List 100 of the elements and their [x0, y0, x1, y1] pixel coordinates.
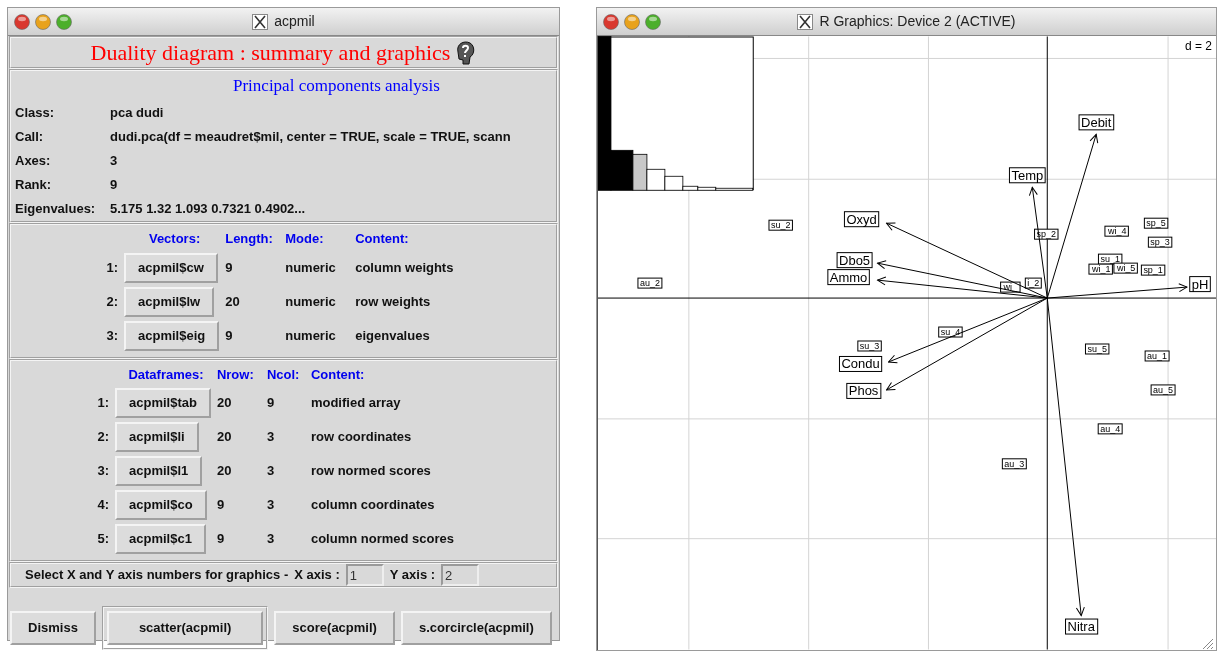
table-cell-text: numeric — [285, 258, 337, 277]
sample-label: au_4 — [1097, 423, 1123, 435]
minimize-button[interactable] — [624, 14, 640, 30]
close-button[interactable] — [14, 14, 30, 30]
help-icon[interactable] — [454, 39, 477, 66]
variable-label: Nitra — [1065, 618, 1099, 635]
axis-label: X axis : — [294, 566, 340, 585]
field-label: Call: — [15, 128, 45, 147]
object-button[interactable]: acpmil$co — [115, 490, 207, 520]
table-cell-text: column coordinates — [310, 496, 436, 515]
object-button[interactable]: acpmil$lw — [124, 286, 215, 317]
minimize-button[interactable] — [35, 14, 51, 30]
variable-label: Phos — [846, 382, 882, 399]
table-cell-text: numeric — [285, 292, 337, 311]
variable-label: Debit — [1078, 114, 1115, 131]
field-value: 3 — [110, 152, 119, 171]
table-cell-text: row weights — [355, 292, 432, 311]
field-value: 5.175 1.32 1.093 0.7321 0.4902... — [110, 200, 307, 219]
object-button[interactable]: acpmil$l1 — [115, 456, 203, 486]
sample-label: sp_3 — [1147, 236, 1173, 248]
zoom-button[interactable] — [56, 14, 72, 30]
analysis-subtitle: Principal components analysis — [232, 75, 441, 97]
table-cell-text: column weights — [355, 258, 455, 277]
table-cell-text: 3 — [266, 496, 276, 515]
window-title: R Graphics: Device 2 (ACTIVE) — [819, 12, 1016, 31]
table-cell-text: column normed scores — [310, 530, 455, 549]
action-button[interactable]: s.corcircle(acpmil) — [400, 611, 552, 645]
sample-label: su_5 — [1084, 343, 1110, 355]
y-axis-field[interactable]: 2 — [441, 564, 480, 586]
axis-prompt: Select X and Y axis numbers for graphics - — [25, 566, 289, 585]
table-cell-text: row normed scores — [310, 462, 432, 481]
sample-label: au_3 — [1001, 458, 1027, 470]
table-cell-text: 9 — [225, 326, 234, 345]
table-cell-text: 20 — [216, 394, 233, 413]
x-axis-field[interactable]: 1 — [345, 564, 384, 586]
row-index: 5: — [96, 530, 110, 549]
row-index: 3: — [105, 326, 119, 345]
dialog-heading: Duality diagram : summary and graphics — [90, 39, 451, 67]
sample-label: wi_1 — [1088, 263, 1113, 275]
object-button[interactable]: acpmil$c1 — [115, 524, 206, 554]
row-index: 1: — [96, 394, 110, 413]
x11-icon — [797, 13, 814, 30]
resize-grip-icon[interactable] — [1200, 636, 1214, 650]
sample-label: i_2 — [1024, 277, 1042, 289]
column-header: Nrow: — [216, 365, 255, 384]
axis-label: Y axis : — [389, 566, 436, 585]
variable-label: Dbo5 — [836, 252, 873, 269]
table-cell-text: eigenvalues — [355, 326, 431, 345]
table-cell-text: 3 — [266, 530, 276, 549]
close-button[interactable] — [603, 14, 619, 30]
column-header: Vectors: — [148, 230, 201, 248]
variable-label: Oxyd — [843, 211, 880, 228]
table-cell-text: 9 — [266, 394, 276, 413]
action-button[interactable]: scatter(acpmil) — [106, 611, 264, 645]
variable-label: Condu — [838, 355, 883, 372]
table-cell-text: 9 — [225, 258, 234, 277]
row-index: 2: — [96, 428, 110, 447]
table-cell-text: numeric — [285, 326, 337, 345]
column-header: Mode: — [285, 230, 325, 248]
table-cell-text: 9 — [216, 530, 226, 549]
table-cell-text: 20 — [216, 428, 233, 447]
zoom-button[interactable] — [645, 14, 661, 30]
x11-icon — [252, 13, 269, 30]
sample-label: su_4 — [938, 326, 963, 338]
sample-label: wi_4 — [1104, 225, 1129, 237]
table-cell-text: row coordinates — [310, 428, 413, 447]
sample-label: sp_2 — [1034, 228, 1059, 240]
object-button[interactable]: acpmil$eig — [124, 320, 220, 351]
field-label: Eigenvalues: — [15, 200, 97, 219]
row-index: 4: — [96, 496, 110, 515]
action-button[interactable]: Dismiss — [10, 611, 96, 645]
field-label: Axes: — [15, 152, 52, 171]
column-header: Length: — [225, 230, 274, 248]
sample-label: su_3 — [857, 340, 882, 352]
window-title: acpmil — [274, 12, 315, 31]
column-header: Dataframes: — [128, 365, 204, 384]
sample-label: au_5 — [1150, 384, 1176, 396]
table-cell-text: 20 — [216, 462, 233, 481]
action-button[interactable]: score(acpmil) — [274, 611, 395, 645]
sample-label: su_2 — [768, 219, 793, 231]
variable-label: Ammo — [827, 269, 870, 286]
scale-label: d = 2 — [1185, 39, 1212, 54]
field-label: Rank: — [15, 176, 53, 195]
table-cell-text: 3 — [266, 462, 276, 481]
column-header: Content: — [310, 365, 366, 384]
row-index: 1: — [105, 258, 119, 277]
column-header: Ncol: — [266, 365, 301, 384]
field-label: Class: — [15, 104, 56, 123]
row-index: 2: — [105, 292, 119, 311]
variable-label: Temp — [1008, 167, 1046, 184]
object-button[interactable]: acpmil$li — [115, 422, 199, 452]
field-value: pca dudi — [110, 104, 165, 123]
sample-label: wi_5 — [1113, 262, 1138, 274]
sample-label: au_2 — [637, 277, 663, 289]
field-value: dudi.pca(df = meaudret$mil, center = TRUE, scale = TRUE, scann — [110, 128, 512, 147]
column-header: Content: — [355, 230, 410, 248]
row-index: 3: — [96, 462, 110, 481]
table-cell-text: 9 — [216, 496, 226, 515]
object-button[interactable]: acpmil$tab — [115, 388, 211, 418]
object-button[interactable]: acpmil$cw — [124, 252, 218, 283]
